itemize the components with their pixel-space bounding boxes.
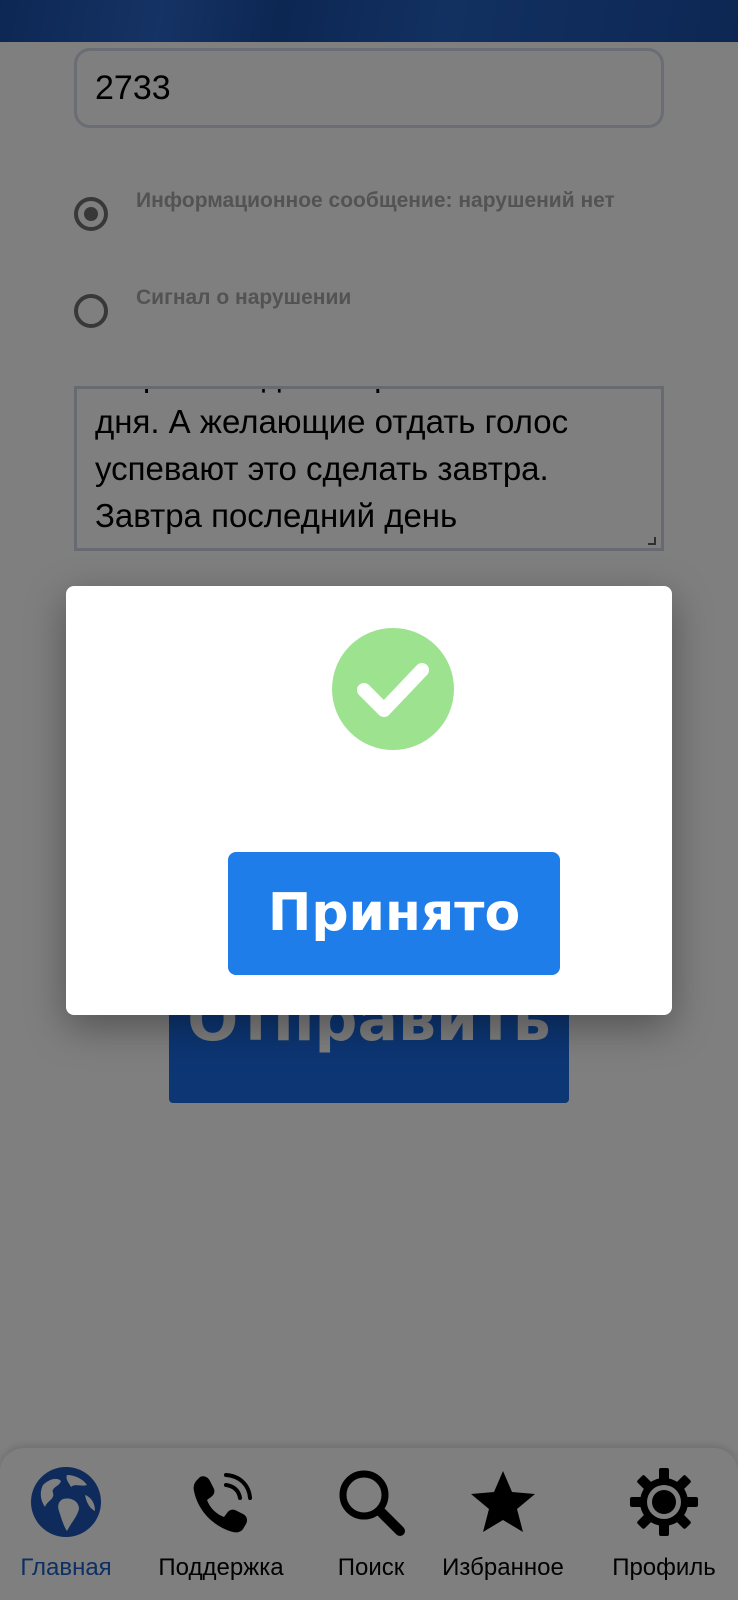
success-dialog: Принято [66,586,672,1015]
check-circle-icon [332,628,454,750]
accept-button[interactable]: Принято [228,852,560,975]
